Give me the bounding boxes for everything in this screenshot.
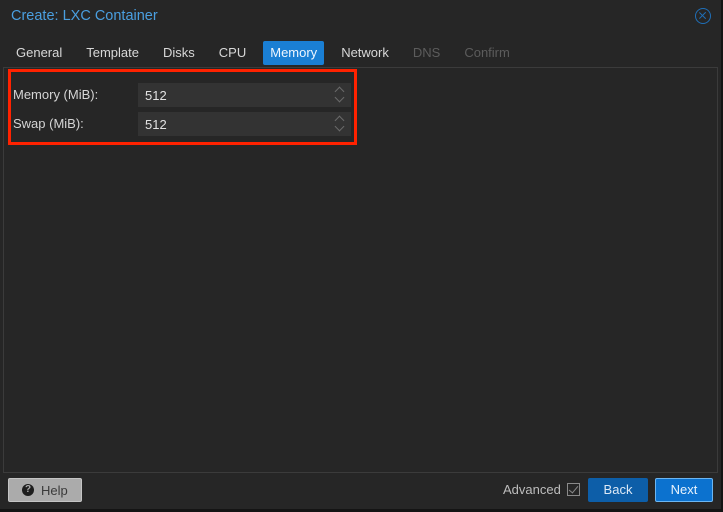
tab-template[interactable]: Template — [79, 41, 146, 65]
dialog-footer: ? Help Advanced Back Next — [0, 472, 721, 509]
create-lxc-dialog: Create: LXC Container General Template D… — [0, 0, 723, 512]
chevron-down-icon[interactable] — [334, 92, 345, 103]
swap-spinner[interactable] — [334, 114, 345, 134]
memory-input[interactable]: 512 — [138, 83, 351, 107]
question-circle-icon: ? — [22, 484, 34, 496]
wizard-tabs: General Template Disks CPU Memory Networ… — [9, 41, 527, 65]
advanced-label[interactable]: Advanced — [503, 482, 561, 497]
close-icon[interactable] — [695, 8, 711, 24]
dialog-title: Create: LXC Container — [11, 8, 158, 24]
swap-label: Swap (MiB): — [13, 116, 84, 131]
tab-network[interactable]: Network — [334, 41, 396, 65]
help-button[interactable]: ? Help — [8, 478, 82, 502]
tab-dns: DNS — [412, 45, 441, 60]
advanced-checkbox[interactable] — [567, 483, 580, 496]
memory-spinner[interactable] — [334, 85, 345, 105]
memory-panel — [3, 67, 718, 473]
next-button[interactable]: Next — [655, 478, 713, 502]
tab-cpu[interactable]: CPU — [212, 41, 253, 65]
tab-general[interactable]: General — [9, 41, 69, 65]
help-label: Help — [41, 483, 68, 498]
chevron-down-icon[interactable] — [334, 121, 345, 132]
memory-label: Memory (MiB): — [13, 87, 99, 102]
back-button[interactable]: Back — [588, 478, 648, 502]
dialog-titlebar: Create: LXC Container — [0, 0, 721, 34]
memory-value: 512 — [145, 88, 167, 103]
tab-memory[interactable]: Memory — [263, 41, 325, 65]
swap-value: 512 — [145, 117, 167, 132]
tab-disks[interactable]: Disks — [156, 41, 202, 65]
swap-input[interactable]: 512 — [138, 112, 351, 136]
tab-confirm: Confirm — [464, 45, 510, 60]
